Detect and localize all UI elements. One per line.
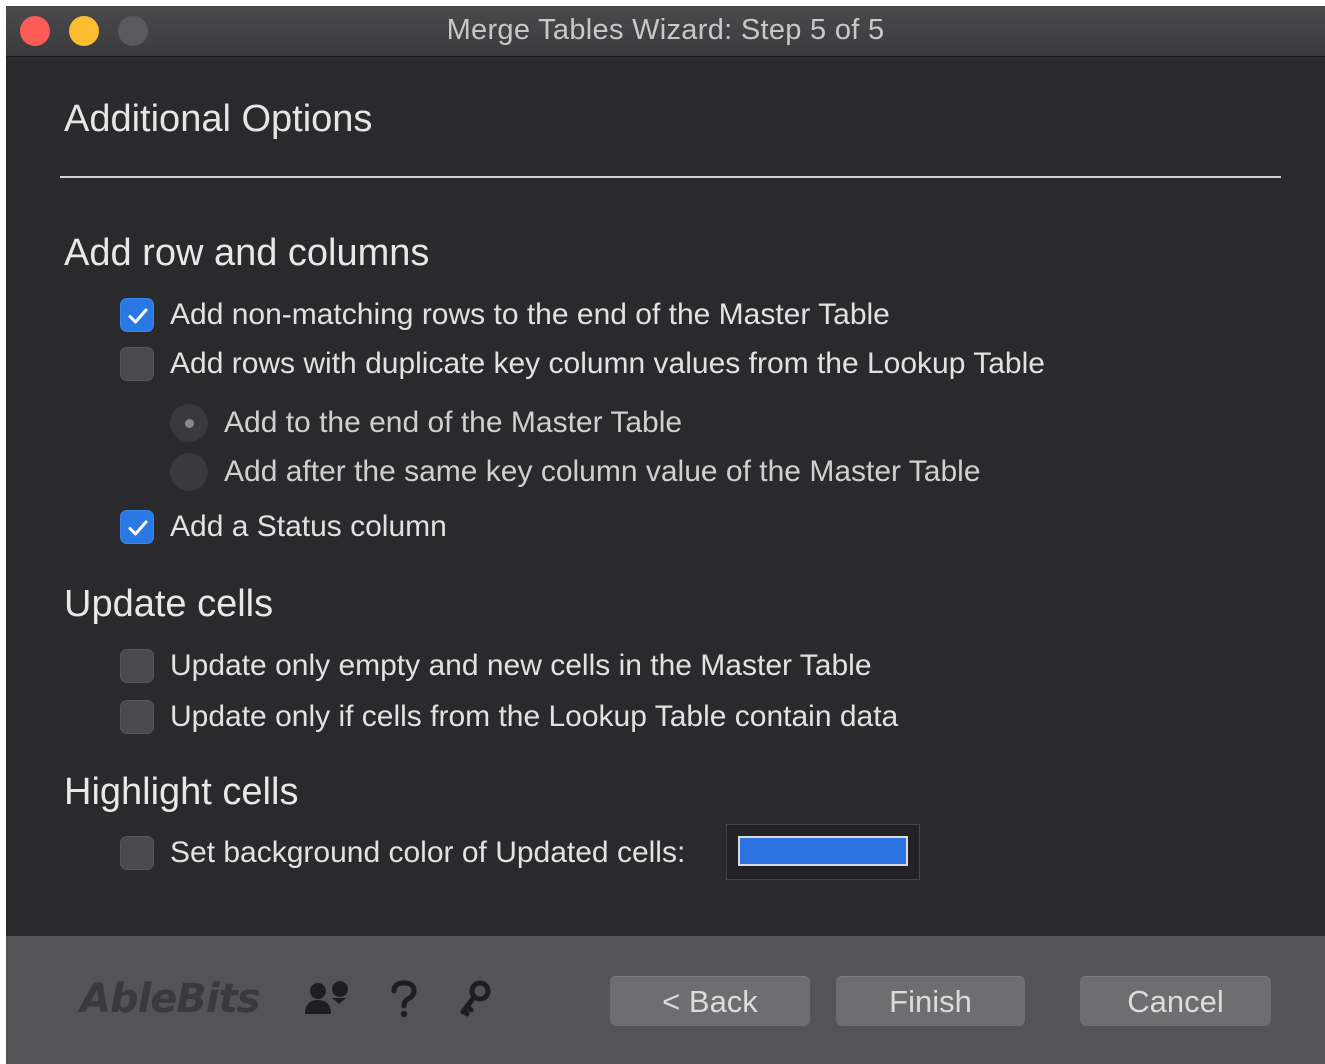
update-if-data-label[interactable]: Update only if cells from the Lookup Tab…: [170, 700, 898, 734]
checkmark-icon: [128, 308, 148, 324]
title-bar: Merge Tables Wizard: Step 5 of 5: [6, 6, 1325, 57]
finish-button[interactable]: Finish: [836, 976, 1025, 1026]
add-nonmatching-rows-label[interactable]: Add non-matching rows to the end of the …: [170, 298, 890, 332]
set-bg-color-label[interactable]: Set background color of Updated cells:: [170, 836, 685, 870]
set-bg-color-checkbox[interactable]: [120, 836, 154, 870]
title-divider: [60, 176, 1281, 178]
color-swatch: [738, 836, 908, 866]
community-icon[interactable]: [304, 980, 356, 1016]
update-empty-cells-label[interactable]: Update only empty and new cells in the M…: [170, 649, 872, 683]
key-icon[interactable]: [458, 980, 492, 1018]
cancel-button[interactable]: Cancel: [1080, 976, 1271, 1026]
color-picker-well[interactable]: [726, 824, 920, 880]
section-heading-highlight-cells: Highlight cells: [64, 771, 299, 813]
update-empty-cells-checkbox[interactable]: [120, 649, 154, 683]
window-title: Merge Tables Wizard: Step 5 of 5: [446, 14, 885, 46]
section-heading-update-cells: Update cells: [64, 583, 274, 625]
ablebits-logo: AbleBits: [80, 976, 261, 1022]
radio-add-after-key[interactable]: [170, 453, 208, 491]
wizard-window: Merge Tables Wizard: Step 5 of 5 Additio…: [6, 6, 1325, 1064]
add-duplicate-rows-label[interactable]: Add rows with duplicate key column value…: [170, 347, 1045, 381]
wizard-footer: AbleBits < Back Finish Cancel: [6, 936, 1325, 1064]
back-button[interactable]: < Back: [610, 976, 810, 1026]
radio-dot: [185, 419, 194, 428]
radio-add-after-key-label[interactable]: Add after the same key column value of t…: [224, 455, 981, 489]
add-nonmatching-rows-checkbox[interactable]: [120, 298, 154, 332]
add-status-column-checkbox[interactable]: [120, 510, 154, 544]
update-if-data-checkbox[interactable]: [120, 700, 154, 734]
page-title: Additional Options: [64, 98, 373, 140]
add-duplicate-rows-checkbox[interactable]: [120, 347, 154, 381]
radio-add-to-end[interactable]: [170, 404, 208, 442]
radio-add-to-end-label[interactable]: Add to the end of the Master Table: [224, 406, 682, 440]
help-icon[interactable]: [389, 980, 419, 1018]
section-heading-add-rows: Add row and columns: [64, 232, 430, 274]
add-status-column-label[interactable]: Add a Status column: [170, 510, 447, 544]
checkmark-icon: [128, 520, 148, 536]
